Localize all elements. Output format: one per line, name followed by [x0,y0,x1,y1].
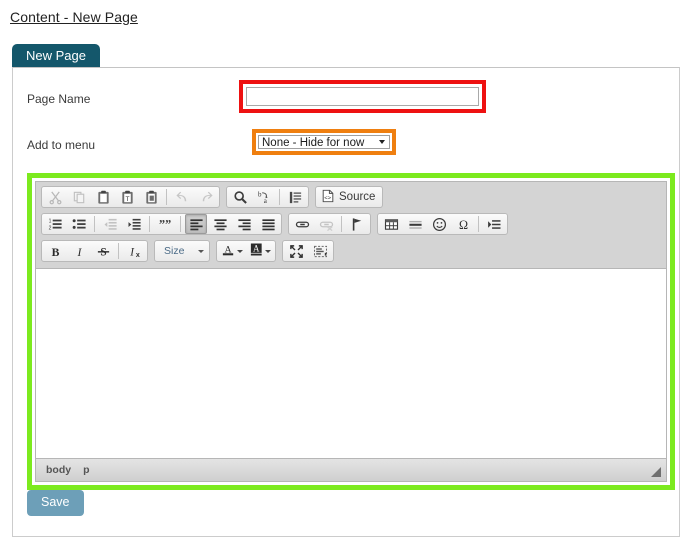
toolbar-separator [279,189,280,205]
source-icon: <> [321,189,335,206]
align-center-icon[interactable] [209,214,231,234]
cut-icon[interactable] [44,187,66,207]
toolbar-separator [478,216,479,232]
text-color-button[interactable]: A [218,241,246,261]
svg-text:B: B [51,245,59,258]
horizontal-rule-icon[interactable] [404,214,426,234]
toolbar-separator [118,243,119,259]
find-icon[interactable] [229,187,251,207]
strikethrough-icon[interactable]: S [92,241,114,261]
toolbar-group-tools [282,240,334,262]
svg-text:S: S [100,246,106,258]
toolbar-separator [94,216,95,232]
blockquote-icon[interactable]: ” ” [154,214,176,234]
toolbar-group-links [288,213,371,235]
toolbar-separator [180,216,181,232]
special-char-icon[interactable]: Ω [452,214,474,234]
editor-toolbar: T b a <> Source 1 2 ” ” Ω B I S I x Size… [36,182,666,269]
paste-word-icon[interactable] [140,187,162,207]
toolbar-group-clipboard-undo: T [41,186,220,208]
svg-text:T: T [125,195,129,202]
show-blocks-icon[interactable] [309,241,331,261]
svg-text:Ω: Ω [458,218,467,232]
save-button[interactable]: Save [27,490,84,516]
unlink-icon[interactable] [315,214,337,234]
svg-text:x: x [135,252,139,259]
justify-icon[interactable] [257,214,279,234]
svg-text:I: I [129,246,135,258]
font-size-label: Size [164,245,185,257]
maximize-icon[interactable] [285,241,307,261]
select-all-icon[interactable] [284,187,306,207]
element-path-body[interactable]: body [46,464,71,476]
toolbar-group-basic-styles: B I S I x [41,240,148,262]
numbered-list-icon[interactable]: 1 2 [44,214,66,234]
svg-text:1: 1 [48,218,51,224]
increase-indent-icon[interactable] [123,214,145,234]
toolbar-row-2: 1 2 ” ” Ω [41,212,664,236]
toolbar-group-insert: Ω [377,213,508,235]
table-icon[interactable] [380,214,402,234]
tab-strip: New Page [12,44,100,69]
page-name-label: Page Name [27,92,91,106]
page-title: Content - New Page [10,9,138,25]
resize-handle-icon[interactable] [650,466,662,478]
tab-new-page[interactable]: New Page [12,44,100,69]
text-color-icon: A [221,242,236,260]
redo-icon[interactable] [195,187,217,207]
undo-icon[interactable] [171,187,193,207]
toolbar-separator [341,216,342,232]
bulleted-list-icon[interactable] [68,214,90,234]
element-path-p[interactable]: p [83,464,89,476]
svg-text:<>: <> [324,194,331,201]
form-panel: Page Name Add to menu None - Hide for no… [12,67,680,537]
svg-text:2: 2 [48,225,51,231]
page-break-icon[interactable] [483,214,505,234]
page-name-input[interactable] [246,87,479,106]
decrease-indent-icon[interactable] [99,214,121,234]
toolbar-group-source: <> Source [315,186,384,208]
remove-format-icon[interactable]: I x [123,241,145,261]
replace-icon[interactable]: b a [253,187,275,207]
svg-text:”: ” [165,217,171,231]
chevron-down-icon [237,249,243,253]
link-icon[interactable] [291,214,313,234]
background-color-icon: A [249,242,264,260]
source-label: Source [339,191,376,203]
svg-text:A: A [253,243,260,253]
editor-status-bar: body p [36,458,666,481]
copy-icon[interactable] [68,187,90,207]
add-to-menu-label: Add to menu [27,138,96,152]
anchor-icon[interactable] [346,214,368,234]
chevron-down-icon [379,140,385,144]
align-left-icon[interactable] [185,214,207,234]
svg-text:a: a [263,197,267,205]
rich-text-editor: T b a <> Source 1 2 ” ” Ω B I S I x Size… [35,181,667,482]
paste-text-icon[interactable]: T [116,187,138,207]
smiley-icon[interactable] [428,214,450,234]
toolbar-group-find-select: b a [226,186,309,208]
add-to-menu-select[interactable]: None - Hide for now [258,135,390,149]
font-size-select[interactable]: Size [156,240,208,262]
chevron-down-icon [265,249,271,253]
svg-text:b: b [257,190,261,198]
align-right-icon[interactable] [233,214,255,234]
toolbar-group-font-size: Size [154,240,210,262]
background-color-button[interactable]: A [246,241,274,261]
toolbar-row-1: T b a <> Source [41,185,664,209]
source-button[interactable]: <> Source [317,187,381,207]
svg-text:I: I [76,245,82,258]
paste-icon[interactable] [92,187,114,207]
svg-text:”: ” [158,217,164,231]
toolbar-group-colors: A A [216,240,276,262]
toolbar-row-3: B I S I x Size A A [41,239,664,263]
bold-icon[interactable]: B [44,241,66,261]
toolbar-group-paragraph: 1 2 ” ” [41,213,282,235]
toolbar-separator [166,189,167,205]
italic-icon[interactable]: I [68,241,90,261]
chevron-down-icon [198,249,204,253]
toolbar-separator [149,216,150,232]
add-to-menu-value: None - Hide for now [262,137,365,149]
editor-content-area[interactable] [36,269,666,458]
